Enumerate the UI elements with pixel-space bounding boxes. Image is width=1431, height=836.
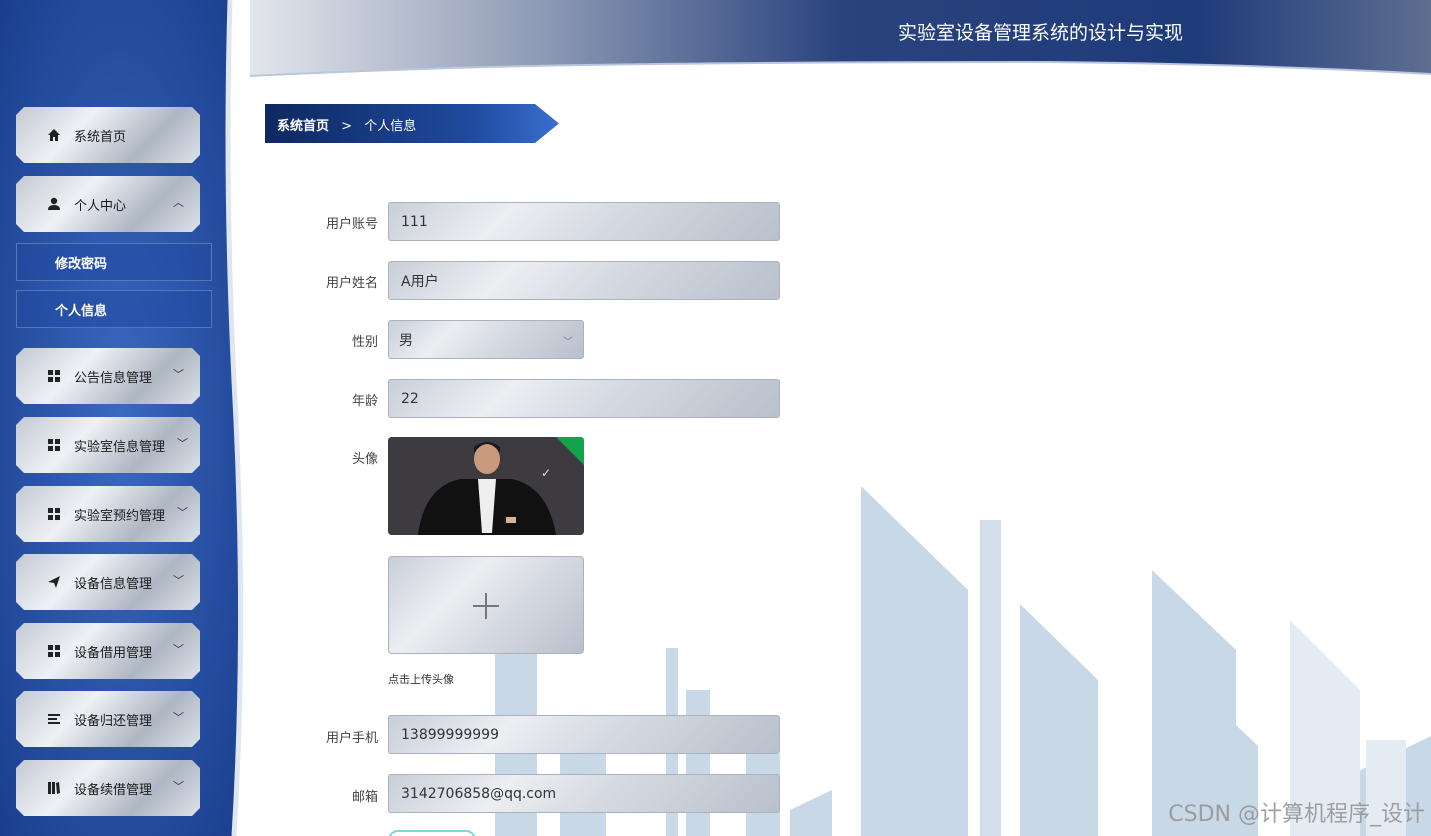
header-background — [250, 0, 1431, 77]
upload-hint: 点击上传头像 — [388, 673, 454, 686]
sidebar-item-label: 设备借用管理 — [74, 645, 153, 661]
chevron-up-icon: ︿ — [173, 196, 184, 209]
user-icon — [46, 196, 62, 212]
age-input[interactable]: 22 — [388, 379, 780, 418]
home-icon — [46, 127, 62, 143]
sidebar-item-notice[interactable]: 公告信息管理 ﹀ — [16, 348, 200, 404]
sidebar-item-label: 设备归还管理 — [74, 713, 153, 729]
avatar-label: 头像 — [351, 452, 378, 467]
sidebar-item-label: 系统首页 — [74, 129, 127, 145]
page: 实验室设备管理系统的设计与实现 系统首页 个人中心 ︿ 修改密码 个人信息 公告… — [0, 0, 1431, 836]
sidebar-item-label: 设备续借管理 — [74, 782, 153, 798]
send-icon — [46, 574, 62, 590]
sidebar-item-lab-info[interactable]: 实验室信息管理 ﹀ — [16, 417, 200, 473]
phone-label: 用户手机 — [325, 731, 378, 746]
chevron-down-icon: ﹀ — [177, 437, 188, 450]
chevron-down-icon: ﹀ — [173, 780, 184, 793]
breadcrumb-current: 个人信息 — [364, 119, 417, 134]
sidebar-item-equipment-borrow[interactable]: 设备借用管理 ﹀ — [16, 623, 200, 679]
sidebar-item-label: 公告信息管理 — [74, 370, 153, 386]
name-input[interactable]: A用户 — [388, 261, 780, 300]
submit-button[interactable] — [388, 830, 476, 836]
grid-icon — [46, 368, 62, 384]
grid-icon — [46, 437, 62, 453]
chevron-down-icon: ﹀ — [173, 711, 184, 724]
list-icon — [46, 711, 62, 727]
chevron-down-icon: ﹀ — [177, 506, 188, 519]
plus-icon — [473, 593, 499, 619]
avatar-upload-button[interactable] — [388, 556, 584, 654]
chevron-down-icon: ﹀ — [563, 337, 573, 348]
chevron-down-icon: ﹀ — [173, 368, 184, 381]
check-icon: ✓ — [540, 466, 551, 480]
chevron-down-icon: ﹀ — [173, 574, 184, 587]
grid-icon — [46, 643, 62, 659]
sidebar-subitem-change-password[interactable]: 修改密码 — [16, 243, 212, 281]
sidebar-item-label: 实验室信息管理 — [74, 439, 166, 455]
breadcrumb-home-link[interactable]: 系统首页 — [277, 119, 329, 134]
watermark: CSDN @计算机程序_设计 — [1168, 802, 1425, 827]
sidebar-item-equipment-renew[interactable]: 设备续借管理 ﹀ — [16, 760, 200, 816]
avatar-image[interactable]: ✓ — [388, 437, 584, 535]
selected-corner — [556, 437, 584, 465]
chevron-down-icon: ﹀ — [173, 643, 184, 656]
sidebar-item-personal-center[interactable]: 个人中心 ︿ — [16, 176, 200, 232]
sidebar: 系统首页 个人中心 ︿ 修改密码 个人信息 公告信息管理 ﹀ 实验室信息管理 ﹀ — [0, 0, 248, 836]
name-label: 用户姓名 — [325, 276, 378, 291]
phone-input[interactable]: 13899999999 — [388, 715, 780, 754]
gender-label: 性别 — [351, 335, 378, 350]
sidebar-subitem-personal-info[interactable]: 个人信息 — [16, 290, 212, 328]
sidebar-item-home[interactable]: 系统首页 — [16, 107, 200, 163]
breadcrumb-separator: > — [341, 119, 353, 134]
gender-select-value: 男 — [399, 332, 413, 349]
grid-icon — [46, 506, 62, 522]
sidebar-item-label: 实验室预约管理 — [74, 508, 166, 524]
sidebar-item-label: 设备信息管理 — [74, 576, 153, 592]
email-input[interactable]: 3142706858@qq.com — [388, 774, 780, 813]
account-input[interactable]: 111 — [388, 202, 780, 241]
person-photo — [388, 437, 584, 535]
app-title: 实验室设备管理系统的设计与实现 — [898, 22, 1184, 44]
account-label: 用户账号 — [325, 217, 378, 232]
age-label: 年龄 — [351, 394, 378, 409]
email-label: 邮箱 — [351, 790, 378, 805]
header: 实验室设备管理系统的设计与实现 — [250, 0, 1431, 80]
breadcrumb: 系统首页 > 个人信息 — [265, 104, 559, 143]
book-icon — [46, 780, 62, 796]
sidebar-item-label: 个人中心 — [74, 198, 127, 214]
sidebar-item-lab-booking[interactable]: 实验室预约管理 ﹀ — [16, 486, 200, 542]
gender-select[interactable]: 男 ﹀ — [388, 320, 584, 359]
sidebar-item-equipment-info[interactable]: 设备信息管理 ﹀ — [16, 554, 200, 610]
sidebar-item-equipment-return[interactable]: 设备归还管理 ﹀ — [16, 691, 200, 747]
